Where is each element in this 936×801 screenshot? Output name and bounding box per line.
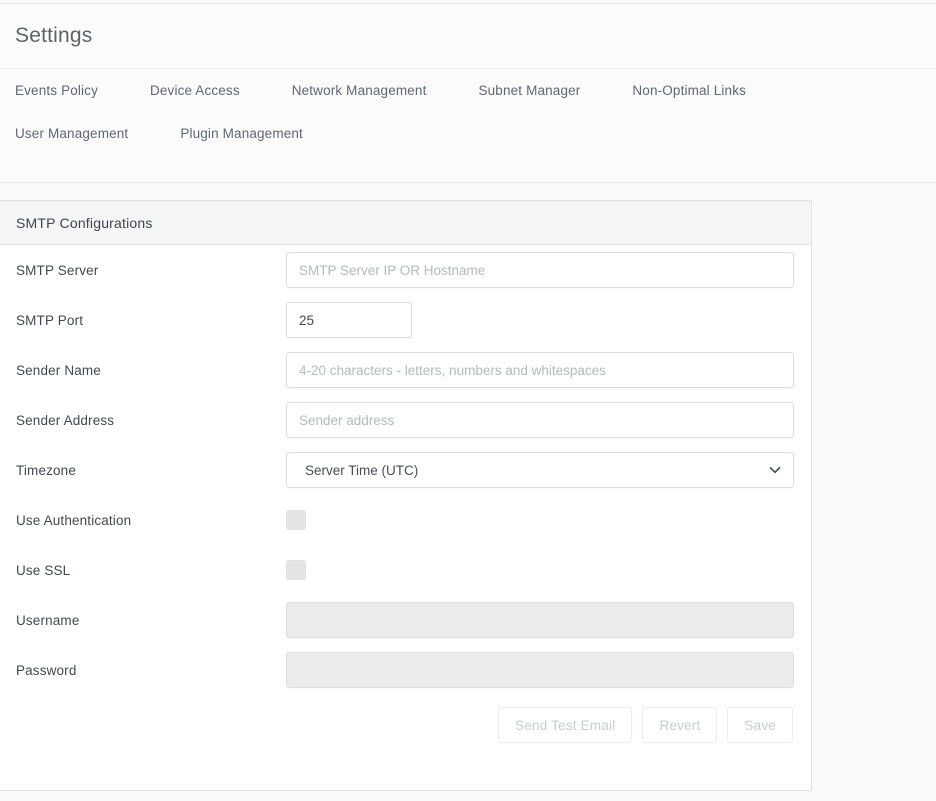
sender-address-input[interactable]: [286, 402, 794, 438]
username-input[interactable]: [286, 602, 794, 638]
tab-user-management[interactable]: User Management: [15, 112, 128, 155]
field-row-username: Username: [0, 595, 811, 645]
field-row-smtp-port: SMTP Port: [0, 295, 811, 345]
smtp-form: SMTP Server SMTP Port Sender Name Sender…: [0, 245, 811, 743]
sender-address-label: Sender Address: [16, 413, 286, 428]
username-label: Username: [16, 613, 286, 628]
smtp-server-label: SMTP Server: [16, 263, 286, 278]
use-authentication-checkbox[interactable]: [286, 510, 306, 530]
tab-events-policy[interactable]: Events Policy: [15, 69, 98, 112]
save-button[interactable]: Save: [727, 707, 793, 743]
use-ssl-checkbox[interactable]: [286, 560, 306, 580]
tab-plugin-management[interactable]: Plugin Management: [180, 114, 303, 154]
field-row-timezone: Timezone Server Time (UTC): [0, 445, 811, 495]
field-row-smtp-server: SMTP Server: [0, 245, 811, 295]
password-control: [286, 652, 811, 688]
timezone-label: Timezone: [16, 463, 286, 478]
timezone-select-wrap: Server Time (UTC): [286, 452, 794, 488]
send-test-email-button[interactable]: Send Test Email: [498, 707, 632, 743]
settings-page: Settings Events Policy Device Access Net…: [0, 0, 936, 801]
smtp-configurations-panel: SMTP Configurations SMTP Server SMTP Por…: [0, 200, 812, 791]
page-title: Settings: [15, 24, 92, 48]
timezone-select[interactable]: Server Time (UTC): [286, 452, 794, 488]
field-row-sender-address: Sender Address: [0, 395, 811, 445]
smtp-server-control: [286, 252, 811, 288]
tab-subnet-manager[interactable]: Subnet Manager: [478, 69, 580, 112]
revert-button[interactable]: Revert: [642, 707, 717, 743]
panel-header: SMTP Configurations: [0, 201, 811, 245]
use-ssl-control: [286, 560, 811, 580]
use-ssl-label: Use SSL: [16, 563, 286, 578]
field-row-password: Password: [0, 645, 811, 695]
sender-name-input[interactable]: [286, 352, 794, 388]
page-header: Settings: [0, 4, 936, 68]
tabs-divider: [0, 182, 936, 183]
tab-list: Events Policy Device Access Network Mana…: [15, 69, 936, 155]
smtp-port-label: SMTP Port: [16, 313, 286, 328]
smtp-port-control: [286, 302, 811, 338]
username-control: [286, 602, 811, 638]
timezone-selected-value: Server Time (UTC): [305, 463, 418, 478]
tab-network-management[interactable]: Network Management: [292, 69, 427, 112]
sender-name-control: [286, 352, 811, 388]
field-row-use-authentication: Use Authentication: [0, 495, 811, 545]
field-row-use-ssl: Use SSL: [0, 545, 811, 595]
sender-name-label: Sender Name: [16, 363, 286, 378]
use-authentication-control: [286, 510, 811, 530]
smtp-port-input[interactable]: [286, 302, 412, 338]
tab-device-access[interactable]: Device Access: [150, 69, 240, 112]
panel-title: SMTP Configurations: [16, 215, 153, 231]
tab-non-optimal-links[interactable]: Non-Optimal Links: [632, 69, 746, 112]
use-authentication-label: Use Authentication: [16, 513, 286, 528]
form-action-buttons: Send Test Email Revert Save: [0, 695, 811, 743]
settings-tab-bar: Events Policy Device Access Network Mana…: [0, 69, 936, 182]
password-label: Password: [16, 663, 286, 678]
timezone-control: Server Time (UTC): [286, 452, 811, 488]
field-row-sender-name: Sender Name: [0, 345, 811, 395]
password-input[interactable]: [286, 652, 794, 688]
smtp-server-input[interactable]: [286, 252, 794, 288]
sender-address-control: [286, 402, 811, 438]
